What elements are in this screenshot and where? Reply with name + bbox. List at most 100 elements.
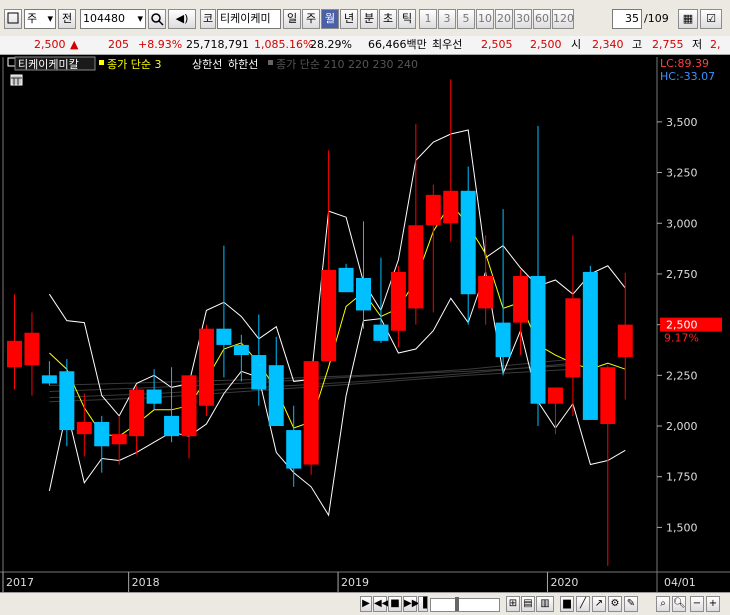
scroll-end-button[interactable]: ▐	[418, 596, 428, 612]
interval-30[interactable]: 30	[514, 9, 532, 29]
candle-body[interactable]	[198, 328, 214, 406]
candle-body[interactable]	[600, 367, 616, 424]
candle-body[interactable]	[111, 434, 127, 445]
stop-button[interactable]: ■	[388, 596, 402, 612]
period-min[interactable]: 분	[360, 9, 378, 29]
candle-body[interactable]	[286, 430, 302, 469]
interval-5[interactable]: 5	[457, 9, 475, 29]
x-tick-label: 2019	[341, 576, 369, 589]
candle-body[interactable]	[582, 271, 598, 420]
bar-chart-button[interactable]: ▆	[560, 596, 574, 612]
candle-body[interactable]	[338, 267, 354, 293]
volume-pct: 1,085.16%	[254, 38, 314, 51]
zoom-out-button[interactable]: −	[690, 596, 704, 612]
grid-settings-button[interactable]: ▦	[678, 9, 698, 29]
candle-body[interactable]	[390, 271, 406, 331]
low-label: 저	[692, 38, 703, 51]
check-button[interactable]: ☑	[700, 9, 722, 29]
candle-body[interactable]	[303, 361, 319, 465]
period-sec[interactable]: 초	[379, 9, 397, 29]
candle-body[interactable]	[478, 275, 494, 309]
split-view-button[interactable]: ⊞	[506, 596, 520, 612]
candle-body[interactable]	[530, 275, 546, 404]
name-prefix-button[interactable]: 코	[200, 9, 216, 29]
candle-body[interactable]	[565, 298, 581, 378]
tile-button[interactable]: ▥	[536, 596, 554, 612]
candlestick-chart[interactable]: 3,500 3,250 3,000 2,750 2,500 2,250 2,000 1,750…	[0, 55, 730, 592]
candle-body[interactable]	[460, 190, 476, 295]
candle-body[interactable]	[495, 322, 511, 358]
scroll-last-button[interactable]: ▶▶	[403, 596, 419, 612]
market-select[interactable]: 주 ▾	[24, 9, 56, 29]
zoom-slider[interactable]	[430, 597, 500, 612]
scroll-first-button[interactable]: ◀◀	[373, 596, 389, 612]
chart-control-bar: ▶ ◀◀ ■ ▶▶ ▐ ⊞ ▤ ▥ ▆ ╱ ↗ ⚙ ✎ ⌕ 🔍︎ − +	[0, 592, 730, 615]
candle-body[interactable]	[146, 389, 162, 404]
count-input[interactable]: 35	[612, 9, 642, 29]
hc-label: HC:-33.07	[660, 70, 715, 83]
layout-button[interactable]: ▤	[521, 596, 535, 612]
interval-1[interactable]: 1	[419, 9, 437, 29]
interval-120[interactable]: 120	[552, 9, 574, 29]
interval-20[interactable]: 20	[495, 9, 513, 29]
x-end-label: 04/01	[664, 576, 696, 589]
candle-body[interactable]	[513, 275, 529, 323]
legend-stock-name: 티케이케미칼	[18, 58, 79, 71]
interval-60[interactable]: 60	[533, 9, 551, 29]
period-tick[interactable]: 틱	[398, 9, 416, 29]
candle-body[interactable]	[216, 328, 232, 345]
tool-button[interactable]: ✎	[624, 596, 638, 612]
period-year[interactable]: 년	[340, 9, 358, 29]
period-week[interactable]: 주	[302, 9, 320, 29]
candle-body[interactable]	[164, 415, 180, 437]
speaker-icon: ◀)	[175, 12, 189, 25]
period-month[interactable]: 월	[321, 9, 339, 29]
zoom-in-button[interactable]: +	[706, 596, 720, 612]
zoom-button[interactable]: ⌕	[656, 596, 670, 612]
prev-button[interactable]: 전	[58, 9, 76, 29]
market-label: 주	[27, 12, 38, 25]
candle-body[interactable]	[443, 190, 459, 224]
candle-body[interactable]	[181, 375, 197, 437]
candle-body[interactable]	[321, 269, 337, 362]
sound-button[interactable]: ◀)	[168, 9, 196, 29]
candle-body[interactable]	[24, 332, 40, 366]
interval-10[interactable]: 10	[476, 9, 494, 29]
x-tick-label: 2018	[132, 576, 160, 589]
price-chart[interactable]: 3,500 3,250 3,000 2,750 2,500 2,250 2,000 1,750…	[0, 55, 730, 592]
code-input[interactable]: 104480 ▾	[80, 9, 146, 29]
legend-ma-group: 종가 단순 210 220 230 240	[276, 58, 418, 71]
candle-body[interactable]	[425, 194, 441, 226]
settings-button[interactable]: ⚙	[608, 596, 622, 612]
candle-body[interactable]	[373, 324, 389, 341]
candle-body[interactable]	[129, 389, 145, 437]
zoom-slider-thumb[interactable]	[455, 597, 459, 611]
candle-body[interactable]	[7, 340, 22, 368]
candle-body[interactable]	[59, 371, 75, 431]
period-day[interactable]: 일	[283, 9, 301, 29]
candle-body[interactable]	[617, 324, 633, 358]
candle-body[interactable]	[251, 355, 267, 390]
toolbar: 주 ▾ 전 104480 ▾ ◀) 코 티케이케미 일 주 월 년 분 초 틱 …	[0, 0, 730, 37]
candle-body[interactable]	[94, 421, 110, 447]
candle-body[interactable]	[356, 278, 371, 311]
line-chart-button[interactable]: ╱	[576, 596, 590, 612]
trend-button[interactable]: ↗	[592, 596, 606, 612]
chart-type-button[interactable]	[4, 9, 22, 29]
candle-body[interactable]	[268, 365, 284, 427]
high-price: 2,755	[652, 38, 684, 51]
candle-body[interactable]	[76, 421, 92, 435]
candle-body[interactable]	[41, 375, 57, 384]
candle-body[interactable]	[547, 387, 563, 404]
candle-body[interactable]	[408, 225, 424, 309]
open-price: 2,340	[592, 38, 624, 51]
search-icon[interactable]: 🔍︎	[672, 596, 686, 612]
volume: 25,718,791	[186, 38, 249, 51]
candle-body[interactable]	[233, 344, 249, 356]
search-button[interactable]	[148, 9, 166, 29]
price-change-pct: +8.93%	[138, 38, 183, 51]
scroll-start-button[interactable]: ▶	[360, 596, 372, 612]
interval-3[interactable]: 3	[438, 9, 456, 29]
calendar-icon[interactable]	[10, 74, 23, 86]
y-tick-label: 3,500	[666, 116, 698, 129]
